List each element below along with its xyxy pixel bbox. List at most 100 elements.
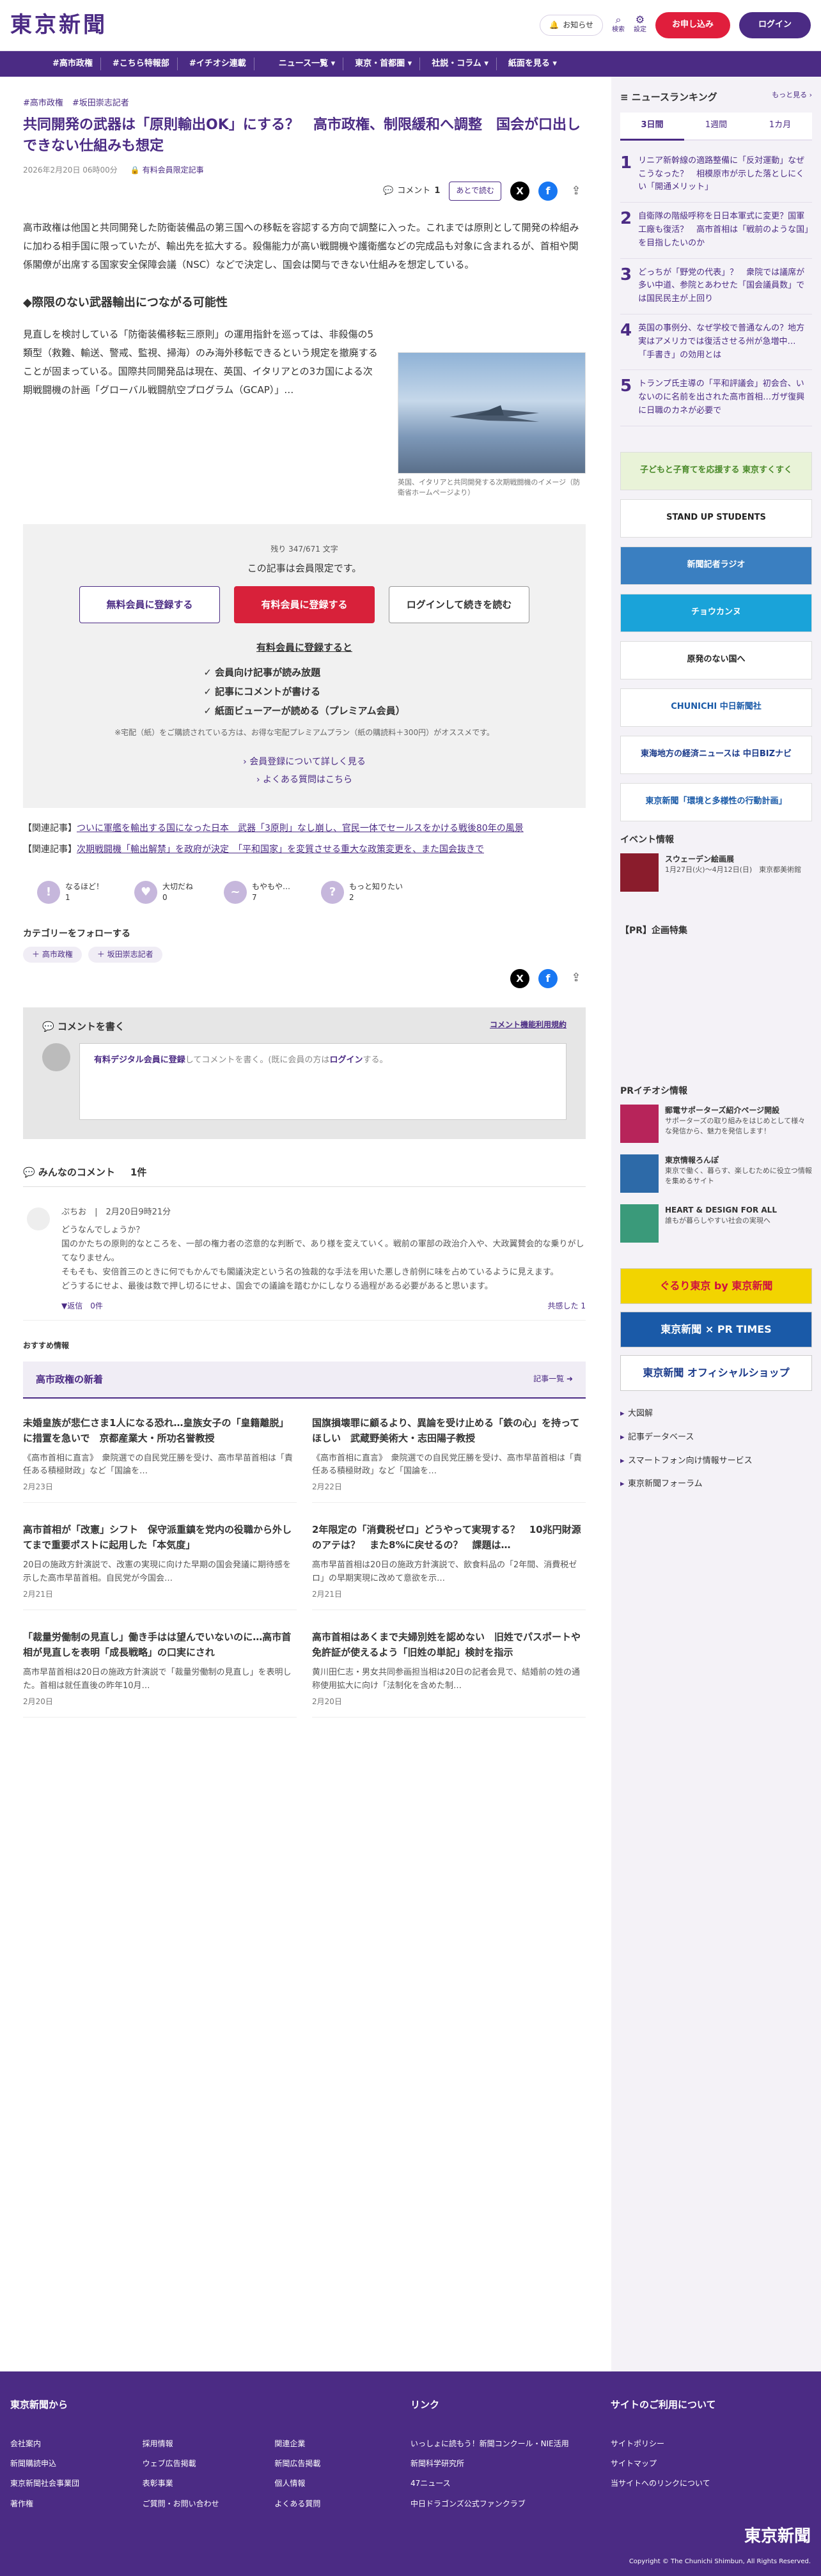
footer-link[interactable]: 関連企業 <box>274 2438 407 2450</box>
ranking-item[interactable]: 5 トランプ氏主導の「平和評議会」初会合、いないのに名前を出された高市首相…ガザ復… <box>620 370 812 426</box>
ranking-item[interactable]: 2 自衛隊の階級呼称を日日本軍式に変更？国軍工廠も復活？ 高市首相は「戦前のような… <box>620 203 812 259</box>
follow-tag[interactable]: ＋ 坂田崇志記者 <box>88 946 162 963</box>
footer-link[interactable]: サイトポリシー <box>611 2438 811 2450</box>
comment-count[interactable]: 💬 コメント 1 <box>383 185 440 198</box>
news-title[interactable]: 高市首相はあくまで夫婦別姓を認めない 旧姓でパスポートや免許証が使えるよう「旧姓… <box>312 1629 586 1660</box>
ranking-tab-1week[interactable]: 1週間 <box>684 113 748 141</box>
ranking-title[interactable]: トランプ氏主導の「平和評議会」初会合、いないのに名前を出された高市首相…ガザ復興… <box>638 378 812 417</box>
news-item[interactable]: 高市首相が「改憲」シフト 保守派重鎮を党内の役職から外してまで重要ポストに起用し… <box>23 1522 297 1611</box>
pr-item[interactable]: 東京情報ろんぽ 東京で働く、暮らす、楽しむために役立つ情報を集めるサイト <box>620 1154 812 1193</box>
news-title[interactable]: 2年限定の「消費税ゼロ」どうやって実現する？ 10兆円財源のアテは？ また8%に… <box>312 1522 586 1553</box>
notify-button[interactable]: 🔔 お知らせ <box>540 14 603 36</box>
membership-info-link[interactable]: › 会員登録について詳しく見る <box>49 753 560 771</box>
reaction-moyamoya[interactable]: ~ もやもや… 7 <box>224 881 290 904</box>
footer-logo[interactable]: 東京新聞 <box>744 2524 811 2550</box>
news-title[interactable]: 高市首相が「改憲」シフト 保守派重鎮を党内の役職から外してまで重要ポストに起用し… <box>23 1522 297 1553</box>
footer-link[interactable]: 表彰事業 <box>143 2478 275 2490</box>
register-link[interactable]: 有料デジタル会員に登録 <box>94 1055 185 1065</box>
promo-banner[interactable]: 東海地方の経済ニュースは 中日BIZナビ <box>620 735 812 774</box>
pr-item[interactable]: 郵電サポーターズ紹介ページ開設 サポーターズの取り組みをはじめとして様々な発信から… <box>620 1104 812 1143</box>
side-banner[interactable]: 東京新聞 × PR TIMES <box>620 1311 812 1347</box>
footer-link[interactable]: 著作権 <box>10 2498 143 2510</box>
share-icon[interactable]: ⇪ <box>567 182 586 201</box>
promo-banner[interactable]: チョウカンヌ <box>620 593 812 632</box>
ranking-title[interactable]: 自衛隊の階級呼称を日日本軍式に変更？国軍工廠も復活？ 高市首相は「戦前のような国… <box>638 210 812 250</box>
x-share-icon[interactable]: X <box>510 968 529 988</box>
promo-banner[interactable]: CHUNICHI 中日新聞社 <box>620 688 812 727</box>
footer-link[interactable]: 新聞広告掲載 <box>274 2458 407 2470</box>
free-register-button[interactable]: 無料会員に登録する <box>79 586 220 623</box>
news-item[interactable]: 国旗損壊罪に顧るより、異論を受け止める「鉄の心」を持ってほしい 武蔵野美術大・志… <box>312 1415 586 1503</box>
ranking-item[interactable]: 4 英国の事例分、なぜ学校で普通なんの？地方 実はアメリカでは復活させる州が急増中… <box>620 314 813 371</box>
ranking-item[interactable]: 1 リニア新幹線の適路整備に「反対運動」なぜこうなった？ 相模原市が示した落としに… <box>620 147 812 203</box>
support-button[interactable]: 共感した 1 <box>548 1300 586 1312</box>
nav-item[interactable]: #こちら特報部 <box>105 57 178 71</box>
side-banner[interactable]: 東京新聞 オフィシャルショップ <box>620 1354 812 1391</box>
site-logo[interactable]: 東京新聞 <box>10 8 107 42</box>
footer-link[interactable]: 新聞科学研究所 <box>410 2458 611 2470</box>
news-title[interactable]: 国旗損壊罪に顧るより、異論を受け止める「鉄の心」を持ってほしい 武蔵野美術大・志… <box>312 1415 586 1446</box>
ranking-title[interactable]: どっちが「野党の代表」？ 衆院では議席が多い中道、参院とあわせた「国会議員数」で… <box>638 267 812 306</box>
news-item[interactable]: 「裁量労働制の見直し」働き手はは望んでいないのに…高市首相が見直しを表明「成長戦… <box>23 1629 297 1718</box>
ranking-title[interactable]: 英国の事例分、なぜ学校で普通なんの？地方 実はアメリカでは復活させる州が急増中…… <box>638 322 813 362</box>
nav-item[interactable]: ニュース一覧 ▾ <box>271 57 344 71</box>
pr-item[interactable]: HEART & DESIGN FOR ALL 誰もが暮らしやすい社会の実現へ <box>620 1204 812 1243</box>
search-button[interactable]: ⌕ 検索 <box>612 15 625 35</box>
login-continue-button[interactable]: ログインして続きを読む <box>389 586 529 623</box>
news-title[interactable]: 未婚皇族が悲仁さま1人になる恐れ…皇族女子の「皇籍離脱」に措置を急いで 京都産業… <box>23 1415 297 1446</box>
footer-link[interactable]: ご質問・お問い合わせ <box>143 2498 275 2510</box>
footer-link[interactable]: よくある質問 <box>274 2498 407 2510</box>
event-item[interactable]: スウェーデン絵画展 1月27日(火)〜4月12日(日) 東京都美術館 <box>620 853 812 892</box>
follow-tag[interactable]: ＋ 高市政権 <box>23 946 82 963</box>
side-banner[interactable]: ぐるり東京 by 東京新聞 <box>620 1268 812 1304</box>
nav-item[interactable]: 紙面を見る ▾ <box>501 58 565 71</box>
read-later-button[interactable]: あとで読む <box>449 182 501 201</box>
footer-link[interactable]: 個人情報 <box>274 2478 407 2490</box>
login-button[interactable]: ログイン <box>739 12 811 38</box>
reply-toggle[interactable]: ▼返信 0件 <box>61 1300 103 1312</box>
ranking-tab-1month[interactable]: 1カ月 <box>748 113 812 141</box>
news-title[interactable]: 「裁量労働制の見直し」働き手はは望んでいないのに…高市首相が見直しを表明「成長戦… <box>23 1629 297 1660</box>
side-link[interactable]: 記事データベース <box>620 1426 812 1450</box>
promo-banner[interactable]: 子どもと子育てを応援する 東京すくすく <box>620 451 812 490</box>
nav-item[interactable]: #イチオシ連載 <box>182 57 254 71</box>
comment-rules-link[interactable]: コメント機能利用規約 <box>490 1019 567 1034</box>
nav-item[interactable]: #高市政権 <box>45 57 101 71</box>
x-share-icon[interactable]: X <box>510 181 529 201</box>
related-link[interactable]: ついに軍艦を輸出する国になった日本 武器「3原則」なし崩し、官民一体でセールスを… <box>77 823 524 834</box>
promo-banner[interactable]: 新聞記者ラジオ <box>620 546 812 585</box>
paid-register-button[interactable]: 有料会員に登録する <box>234 586 375 623</box>
nav-item[interactable]: 東京・首都圏 ▾ <box>347 57 421 71</box>
ranking-title[interactable]: リニア新幹線の適路整備に「反対運動」なぜこうなった？ 相模原市が示した落としにく… <box>638 155 812 194</box>
comment-login-link[interactable]: ログイン <box>329 1055 363 1065</box>
promo-banner[interactable]: 原発のない国へ <box>620 640 812 679</box>
ranking-item[interactable]: 3 どっちが「野党の代表」？ 衆院では議席が多い中道、参院とあわせた「国会議員数」… <box>620 259 812 314</box>
subscribe-button[interactable]: お申し込み <box>655 12 730 38</box>
news-item[interactable]: 高市首相はあくまで夫婦別姓を認めない 旧姓でパスポートや免許証が使えるよう「旧姓… <box>312 1629 586 1718</box>
footer-link[interactable]: 採用情報 <box>143 2438 275 2450</box>
promo-banner[interactable]: 東京新聞「環境と多様性の行動計画」 <box>620 782 812 821</box>
footer-link[interactable]: 当サイトへのリンクについて <box>611 2478 811 2490</box>
article-tag[interactable]: #坂田崇志記者 <box>72 97 129 111</box>
ranking-tab-3days[interactable]: 3日間 <box>620 113 684 141</box>
footer-link[interactable]: サイトマップ <box>611 2458 811 2470</box>
news-item[interactable]: 未婚皇族が悲仁さま1人になる恐れ…皇族女子の「皇籍離脱」に措置を急いで 京都産業… <box>23 1415 297 1503</box>
facebook-share-icon[interactable]: f <box>538 968 558 988</box>
news-item[interactable]: 2年限定の「消費税ゼロ」どうやって実現する？ 10兆円財源のアテは？ また8%に… <box>312 1522 586 1611</box>
promo-banner[interactable]: STAND UP STUDENTS <box>620 499 812 538</box>
comment-textarea[interactable]: 有料デジタル会員に登録してコメントを書く。(既に会員の方はログインする。 <box>79 1043 567 1120</box>
settings-button[interactable]: ⚙ 設定 <box>634 15 646 35</box>
side-link[interactable]: 大図解 <box>620 1402 812 1426</box>
facebook-share-icon[interactable]: f <box>538 181 558 201</box>
footer-link[interactable]: 47ニュース <box>410 2478 611 2490</box>
ranking-more-link[interactable]: もっと見る › <box>772 89 812 105</box>
side-link[interactable]: 東京新聞フォーラム <box>620 1473 812 1496</box>
article-tag[interactable]: #高市政権 <box>23 97 63 111</box>
reaction-naruhodo[interactable]: ! なるほど！ 1 <box>37 881 104 904</box>
faq-link[interactable]: › よくある質問はこちら <box>49 771 560 789</box>
footer-link[interactable]: ウェブ広告掲載 <box>143 2458 275 2470</box>
footer-link[interactable]: 会社案内 <box>10 2438 143 2450</box>
reaction-motto[interactable]: ? もっと知りたい 2 <box>321 881 403 904</box>
reaction-taisetsu[interactable]: ♥ 大切だね 0 <box>134 881 193 904</box>
nav-item[interactable]: 社説・コラム ▾ <box>424 57 497 71</box>
